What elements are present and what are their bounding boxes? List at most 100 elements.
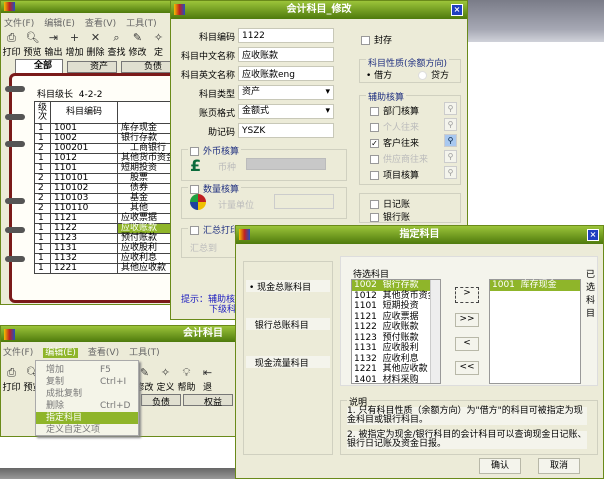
table-row[interactable]: 2 100201 工商银行 — [33, 143, 180, 154]
close-button[interactable]: × — [451, 4, 463, 16]
menu-item[interactable]: 复制 Ctrl+I — [36, 376, 138, 388]
debit-radio[interactable]: • 借方 — [366, 68, 392, 81]
ok-button[interactable]: 确认 — [479, 458, 521, 474]
find-button[interactable]: ⌕ 查找 — [106, 31, 127, 58]
list-item[interactable]: 1101 短期投资 — [352, 301, 440, 312]
move-all-left-button[interactable]: << — [455, 361, 479, 375]
type-radio[interactable]: • 现金总账科目 — [246, 280, 330, 293]
candidates-list[interactable]: 1002 银行存款 1012 其他货币资金 1101 短期投资 1121 应收票据 11… — [351, 279, 441, 384]
preview-button[interactable]: 🔍︎ 预览 — [22, 31, 43, 58]
currency-select[interactable] — [246, 158, 326, 170]
list-item[interactable]: 1121 应收票据 — [352, 312, 440, 323]
code-cell: 110103 — [50, 193, 118, 204]
unit-input[interactable] — [274, 194, 334, 209]
tab-liabilities[interactable]: 负债 — [141, 394, 181, 408]
move-all-right-button[interactable]: >> — [455, 313, 479, 327]
cancel-button[interactable]: 取消 — [538, 458, 580, 474]
menu-tools[interactable]: 工具(T) — [126, 19, 157, 29]
en-name-input[interactable] — [238, 66, 334, 81]
tab-liabilities[interactable]: 负债 — [121, 61, 171, 73]
type-radio[interactable]: 银行总账科目 — [246, 318, 330, 331]
table-row[interactable]: 2 110103 基金 — [33, 193, 180, 204]
scrollbar[interactable] — [430, 280, 440, 383]
close-button[interactable]: × — [587, 229, 599, 241]
credit-radio[interactable]: 贷方 — [418, 68, 449, 81]
modify-button[interactable]: ✎ 修改 — [127, 31, 148, 58]
magnifier-icon[interactable]: ⚲ — [444, 150, 457, 163]
magnifier-icon[interactable]: ⚲ — [444, 166, 457, 179]
define-button[interactable]: ✧ 定义 — [155, 366, 176, 393]
printer-icon: ⎙ — [7, 31, 16, 44]
help-button[interactable]: 💡︎ 帮助 — [176, 366, 197, 393]
magnifier-icon[interactable]: ⚲ — [444, 134, 457, 147]
list-item[interactable]: 1012 其他货币资金 — [352, 291, 440, 302]
magnifier-icon[interactable]: ⚲ — [444, 102, 457, 115]
list-item[interactable]: 1131 应收股利 — [352, 343, 440, 354]
print-button[interactable]: ⎙ 打印 — [1, 31, 22, 58]
table-row[interactable]: 2 110110 其他 — [33, 203, 180, 214]
table-row[interactable]: 1 1221 其他应收款 — [33, 263, 180, 274]
aux-checkbox[interactable]: 项目核算 — [370, 168, 419, 181]
menu-item[interactable]: 指定科目 — [36, 412, 138, 424]
bank-checkbox[interactable]: 银行账 — [370, 210, 410, 223]
menu-view[interactable]: 查看(V) — [85, 19, 116, 29]
aux-checkbox[interactable]: 个人往来 — [370, 120, 419, 133]
aux-checkbox[interactable]: 部门核算 — [370, 104, 419, 117]
move-one-right-button[interactable]: > — [455, 287, 479, 303]
list-item[interactable]: 1123 预付账款 — [352, 333, 440, 344]
tab-equity[interactable]: 权益 — [183, 394, 233, 408]
list-item[interactable]: 1132 应收利息 — [352, 354, 440, 365]
type-select[interactable]: 资产 ▾ — [238, 85, 334, 100]
qty-checkbox[interactable]: 数量核算 — [188, 182, 242, 195]
table-row[interactable]: 1 1122 应收账款 — [33, 223, 180, 234]
table-row[interactable]: 1 1002 银行存款 — [33, 133, 180, 144]
print-button[interactable]: ⎙ 打印 — [1, 366, 22, 393]
list-item[interactable]: 1401 材料采购 — [352, 375, 440, 384]
menu-item[interactable]: 定义自定义项 — [36, 424, 138, 436]
export-button[interactable]: ⇥ 输出 — [43, 31, 64, 58]
menu-tools[interactable]: 工具(T) — [129, 348, 160, 358]
table-row[interactable]: 1 1131 应收股利 — [33, 243, 180, 254]
type-radio[interactable]: 现金流量科目 — [246, 356, 330, 369]
aux-checkbox[interactable]: ✓ 客户往来 — [370, 136, 419, 149]
list-item[interactable]: 1122 应收账款 — [352, 322, 440, 333]
aux-checkbox[interactable]: 供应商往来 — [370, 152, 428, 165]
code-input[interactable] — [238, 28, 334, 43]
menu-item[interactable]: 增加 F5 — [36, 364, 138, 376]
menu-file[interactable]: 文件(F) — [4, 19, 34, 29]
menu-view[interactable]: 查看(V) — [88, 348, 119, 358]
table-row[interactable]: 1 1001 库存现金 — [33, 123, 180, 134]
table-row[interactable]: 1 1101 短期投资 — [33, 163, 180, 174]
selected-list[interactable]: 1001 库存现金 — [489, 279, 581, 384]
code-cell: 1012 — [50, 153, 118, 164]
move-one-left-button[interactable]: < — [455, 337, 479, 351]
define-button[interactable]: ✧ 定 — [148, 31, 169, 58]
format-select[interactable]: 金额式 ▾ — [238, 104, 334, 119]
menu-item[interactable]: 删除 Ctrl+D — [36, 400, 138, 412]
list-item[interactable]: 1221 其他应收款 — [352, 364, 440, 375]
menu-edit[interactable]: 编辑(E) — [43, 348, 78, 358]
menu-item[interactable]: 成批复制 — [36, 388, 138, 400]
sealed-checkbox[interactable]: 封存 — [361, 33, 392, 46]
tab-assets[interactable]: 资产 — [67, 61, 117, 73]
summary-print-checkbox[interactable]: 汇总打印 — [188, 223, 242, 236]
add-button[interactable]: + 增加 — [64, 31, 85, 58]
table-row[interactable]: 1 1132 应收利息 — [33, 253, 180, 264]
table-row[interactable]: 1 1123 预付账款 — [33, 233, 180, 244]
menu-edit[interactable]: 编辑(E) — [44, 19, 75, 29]
table-row[interactable]: 2 110101 股票 — [33, 173, 180, 184]
tab-all[interactable]: 全部 — [15, 59, 63, 73]
table-row[interactable]: 2 110102 债券 — [33, 183, 180, 194]
journal-checkbox[interactable]: 日记账 — [370, 197, 410, 210]
table-row[interactable]: 1 1012 其他货币资金 — [33, 153, 180, 164]
menu-file[interactable]: 文件(F) — [3, 348, 33, 358]
table-row[interactable]: 1 1121 应收票据 — [33, 213, 180, 224]
delete-button[interactable]: ✕ 删除 — [85, 31, 106, 58]
magnifier-icon[interactable]: ⚲ — [444, 118, 457, 131]
unit-label: 计量单位 — [218, 201, 255, 211]
cn-name-input[interactable] — [238, 47, 334, 62]
list-item[interactable]: 1002 银行存款 — [352, 280, 440, 291]
list-item[interactable]: 1001 库存现金 — [490, 280, 580, 291]
mnemonic-input[interactable] — [238, 123, 334, 138]
exit-button[interactable]: ⇤ 退 — [197, 366, 218, 393]
